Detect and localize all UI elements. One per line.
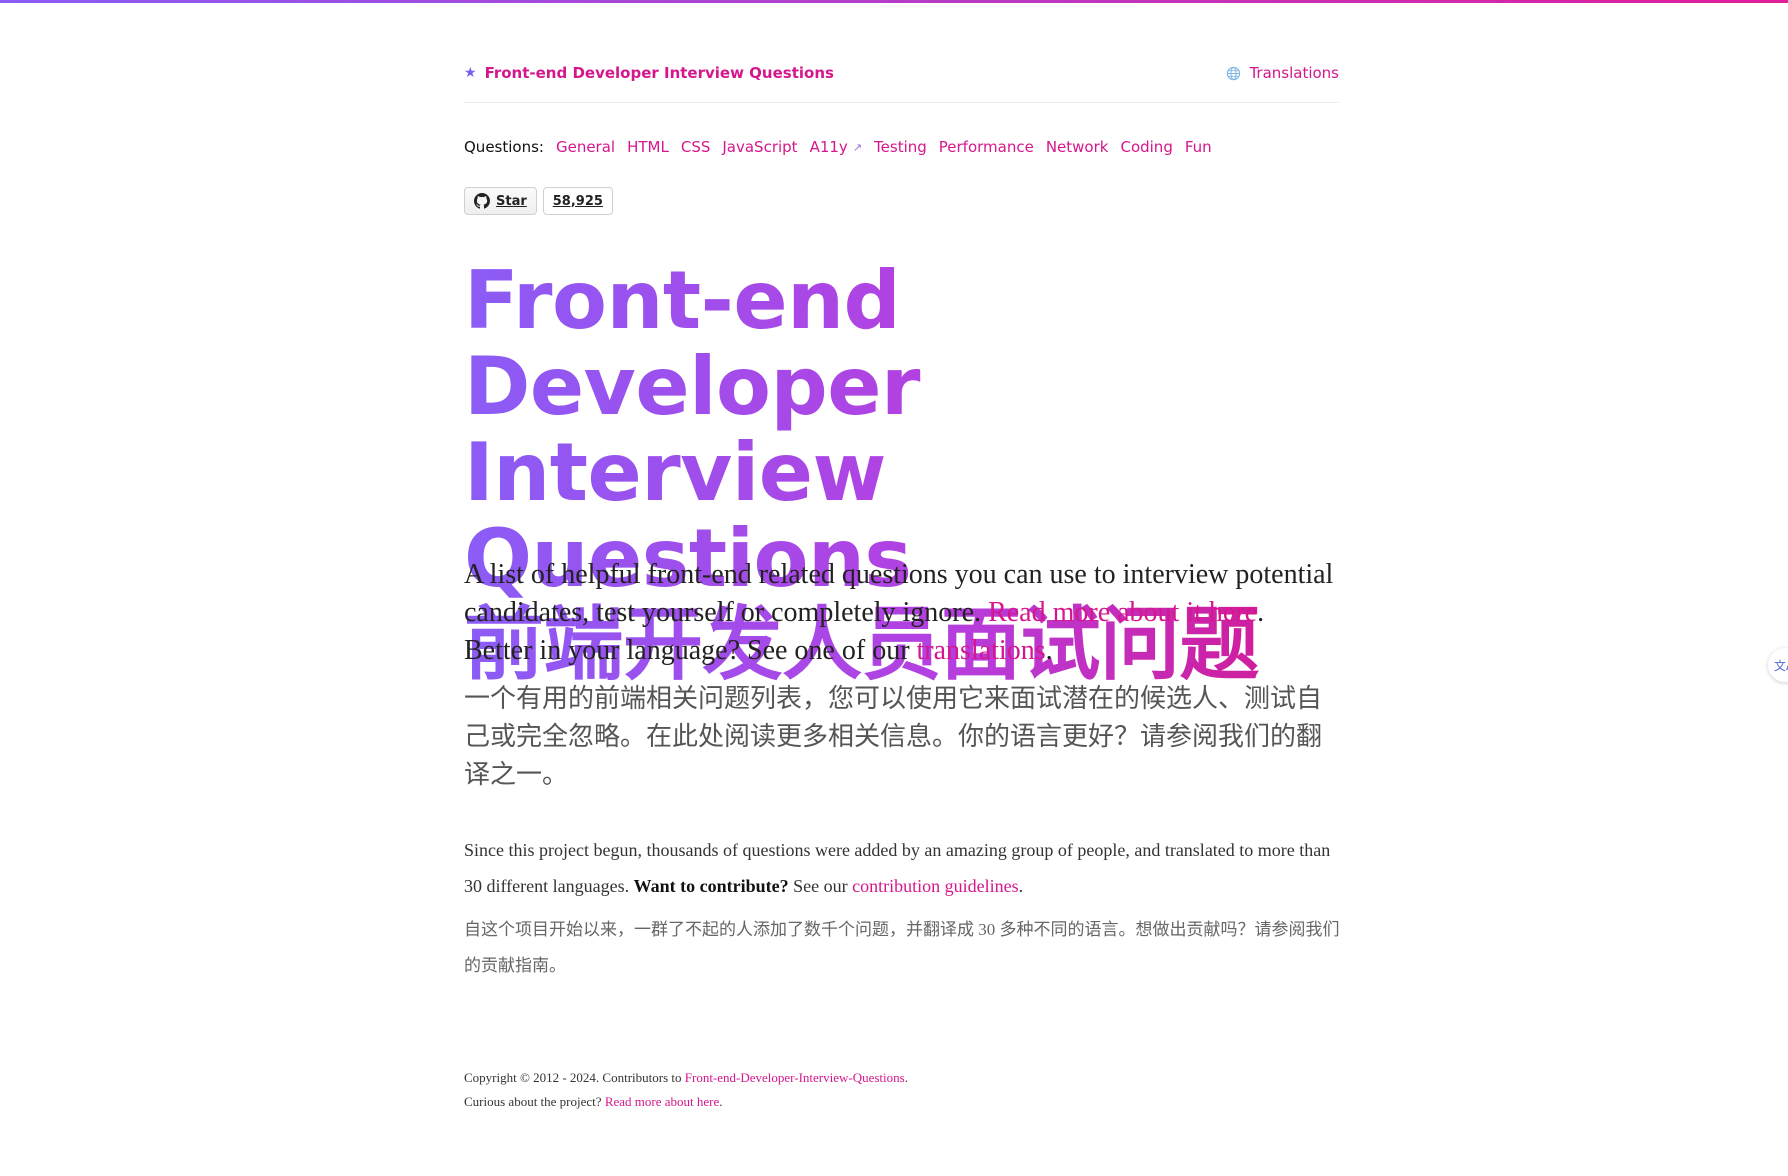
brand-title: Front-end Developer Interview Questions <box>484 64 834 82</box>
questions-label: Questions: <box>464 138 544 156</box>
intro-paragraph: A list of helpful front-end related ques… <box>464 556 1339 670</box>
copyright-text: Copyright © 2012 - 2024. Contributors to <box>464 1070 685 1085</box>
nav-item-testing[interactable]: Testing <box>874 138 927 156</box>
since-paragraph-zh: 自这个项目开始以来，一群了不起的人添加了数千个问题，并翻译成 30 多种不同的语… <box>464 920 1340 975</box>
brand-link[interactable]: ★ Front-end Developer Interview Question… <box>464 64 834 82</box>
github-star-button[interactable]: Star <box>464 187 537 215</box>
questions-nav: Questions: General HTML CSS JavaScript A… <box>464 138 1224 156</box>
star-label: Star <box>496 193 527 209</box>
nav-item-general[interactable]: General <box>556 138 615 156</box>
star-icon: ★ <box>464 65 477 81</box>
curious-text: Curious about the project? <box>464 1094 605 1109</box>
copyright-line: Copyright © 2012 - 2024. Contributors to… <box>464 1066 1339 1090</box>
intro-text-end: . <box>1045 635 1053 666</box>
contribute-heading: Want to contribute? <box>633 876 789 896</box>
repo-link[interactable]: Front-end-Developer-Interview-Questions <box>685 1070 905 1085</box>
nav-item-html[interactable]: HTML <box>627 138 669 156</box>
translate-label: 文A <box>1774 658 1788 673</box>
since-end: . <box>1018 876 1024 896</box>
github-star-widget: Star 58,925 <box>464 187 613 215</box>
contribution-guidelines-link[interactable]: contribution guidelines <box>852 876 1018 896</box>
footer-read-more-link[interactable]: Read more about here <box>605 1094 719 1109</box>
read-more-link[interactable]: Read more about it here <box>988 597 1257 628</box>
nav-item-a11y[interactable]: A11y ↗ <box>810 138 862 156</box>
hero-title-line1: Front-end Developer <box>464 254 920 433</box>
since-paragraph: Since this project begun, thousands of q… <box>464 832 1344 904</box>
site-header: ★ Front-end Developer Interview Question… <box>464 56 1339 103</box>
curious-line: Curious about the project? Read more abo… <box>464 1090 1339 1114</box>
intro-translations-link[interactable]: translations <box>917 635 1046 666</box>
translate-icon[interactable]: 文A <box>1768 648 1788 682</box>
nav-item-javascript[interactable]: JavaScript <box>722 138 797 156</box>
site-footer: Copyright © 2012 - 2024. Contributors to… <box>464 1066 1339 1114</box>
translations-link[interactable]: Translations <box>1226 64 1339 82</box>
nav-item-fun[interactable]: Fun <box>1185 138 1212 156</box>
nav-item-a11y-label: A11y <box>809 138 848 156</box>
github-icon <box>474 193 490 209</box>
github-star-count[interactable]: 58,925 <box>542 187 613 215</box>
translations-label: Translations <box>1249 64 1339 82</box>
nav-item-coding[interactable]: Coding <box>1120 138 1172 156</box>
nav-item-network[interactable]: Network <box>1046 138 1109 156</box>
curious-end: . <box>719 1094 723 1109</box>
top-gradient-bar <box>0 0 1788 3</box>
nav-item-css[interactable]: CSS <box>681 138 711 156</box>
external-link-icon: ↗ <box>852 140 863 154</box>
since-see-our: See our <box>788 876 853 896</box>
intro-paragraph-zh: 一个有用的前端相关问题列表，您可以使用它来面试潜在的候选人、测试自己或完全忽略。… <box>464 684 1323 789</box>
copyright-end: . <box>904 1070 908 1085</box>
globe-icon <box>1227 66 1241 80</box>
nav-item-performance[interactable]: Performance <box>939 138 1034 156</box>
